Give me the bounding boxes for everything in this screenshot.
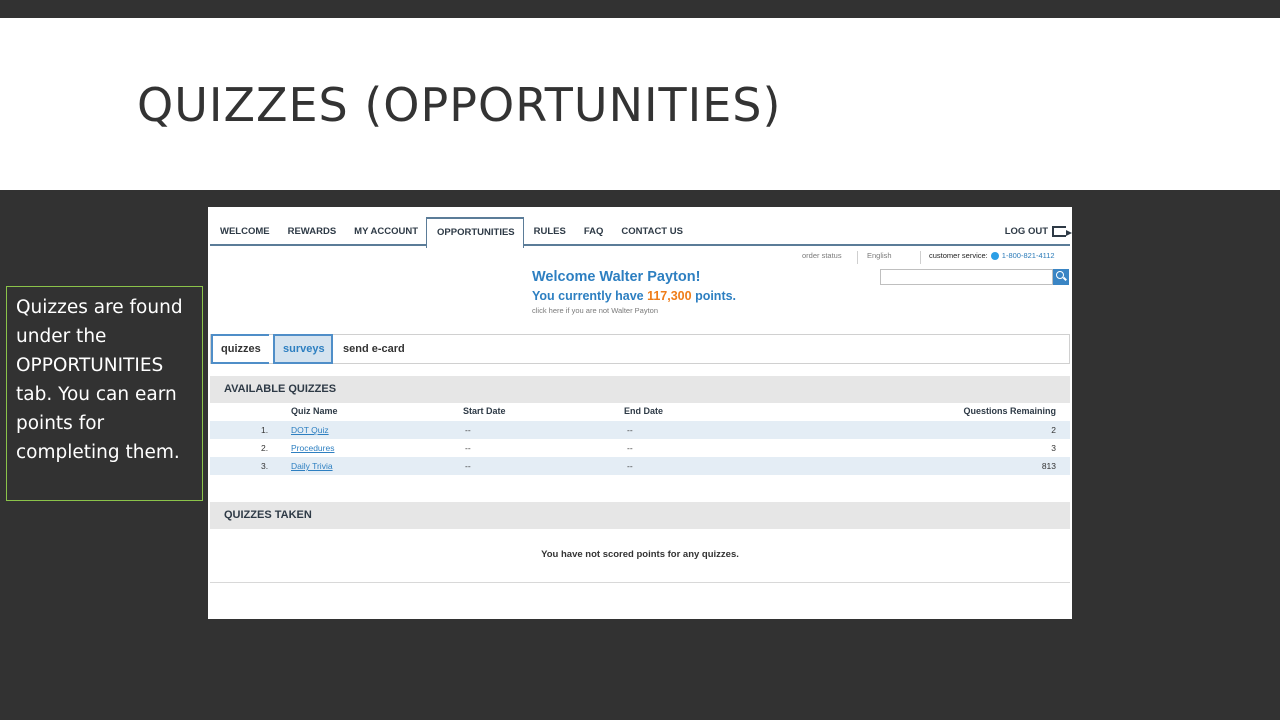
nav-tab-opportunities[interactable]: OPPORTUNITIES — [426, 217, 524, 248]
quiz-link[interactable]: DOT Quiz — [291, 425, 329, 435]
welcome-heading: Welcome Walter Payton! — [532, 269, 701, 285]
nav-tab-welcome[interactable]: WELCOME — [210, 217, 278, 246]
not-me-link[interactable]: click here if you are not Walter Payton — [532, 306, 658, 315]
order-status-link[interactable]: order status — [802, 251, 842, 260]
points-value: 117,300 — [647, 289, 692, 303]
row-end-date: -- — [627, 443, 633, 453]
callout-note: Quizzes are found under the OPPORTUNITIE… — [6, 286, 203, 501]
row-questions-remaining: 3 — [1051, 443, 1056, 453]
divider — [210, 582, 1070, 583]
nav-tab-rewards[interactable]: REWARDS — [278, 217, 345, 246]
empty-message: You have not scored points for any quizz… — [541, 549, 739, 560]
quiz-link[interactable]: Procedures — [291, 443, 334, 453]
row-start-date: -- — [465, 425, 471, 435]
quizzes-taken-header: QUIZZES TAKEN — [210, 502, 1070, 529]
sub-tabs: quizzes surveys send e-card — [210, 334, 1070, 364]
row-number: 1. — [261, 425, 269, 435]
available-quizzes-header: AVAILABLE QUIZZES — [210, 376, 1070, 403]
nav-tab-rules[interactable]: RULES — [524, 217, 574, 246]
language-link[interactable]: English — [857, 251, 892, 264]
table-row: 1. DOT Quiz -- -- 2 — [210, 421, 1070, 439]
logout-button[interactable]: LOG OUT — [1004, 217, 1072, 246]
points-prefix: You currently have — [532, 289, 648, 303]
row-end-date: -- — [627, 425, 633, 435]
row-start-date: -- — [465, 461, 471, 471]
row-start-date: -- — [465, 443, 471, 453]
row-end-date: -- — [627, 461, 633, 471]
row-questions-remaining: 813 — [1041, 461, 1056, 471]
table-row: 2. Procedures -- -- 3 — [210, 439, 1070, 457]
utility-divider — [920, 251, 921, 264]
points-line: You currently have 117,300 points. — [532, 289, 736, 303]
site-screenshot: WELCOME REWARDS MY ACCOUNT OPPORTUNITIES… — [208, 207, 1072, 619]
customer-service-phone[interactable]: 1-800-821-4112 — [1002, 251, 1055, 260]
table-row: 3. Daily Trivia -- -- 813 — [210, 457, 1070, 475]
subtab-surveys[interactable]: surveys — [273, 334, 333, 364]
row-questions-remaining: 2 — [1051, 425, 1056, 435]
slide-title: QUIZZES (OPPORTUNITIES) — [137, 78, 782, 132]
quiz-link[interactable]: Daily Trivia — [291, 461, 333, 471]
subtab-quizzes[interactable]: quizzes — [211, 334, 269, 364]
col-quiz-name: Quiz Name — [291, 406, 338, 416]
top-nav: WELCOME REWARDS MY ACCOUNT OPPORTUNITIES… — [210, 217, 1072, 248]
customer-service-label: customer service: — [929, 251, 988, 260]
search-input[interactable] — [880, 269, 1053, 285]
search-icon[interactable] — [1053, 269, 1069, 285]
customer-service: customer service: 1-800-821-4112 — [929, 251, 1055, 260]
logout-label: LOG OUT — [1004, 226, 1048, 237]
skype-icon — [990, 251, 999, 260]
row-number: 2. — [261, 443, 269, 453]
points-suffix: points. — [691, 289, 737, 303]
col-questions-remaining: Questions Remaining — [963, 406, 1056, 416]
logout-icon — [1052, 226, 1072, 237]
nav-tab-faq[interactable]: FAQ — [574, 217, 612, 246]
row-number: 3. — [261, 461, 269, 471]
nav-tab-contact-us[interactable]: CONTACT US — [611, 217, 691, 246]
col-start-date: Start Date — [463, 406, 506, 416]
subtab-send-ecard[interactable]: send e-card — [335, 334, 413, 364]
col-end-date: End Date — [624, 406, 664, 416]
nav-tab-my-account[interactable]: MY ACCOUNT — [344, 217, 426, 246]
